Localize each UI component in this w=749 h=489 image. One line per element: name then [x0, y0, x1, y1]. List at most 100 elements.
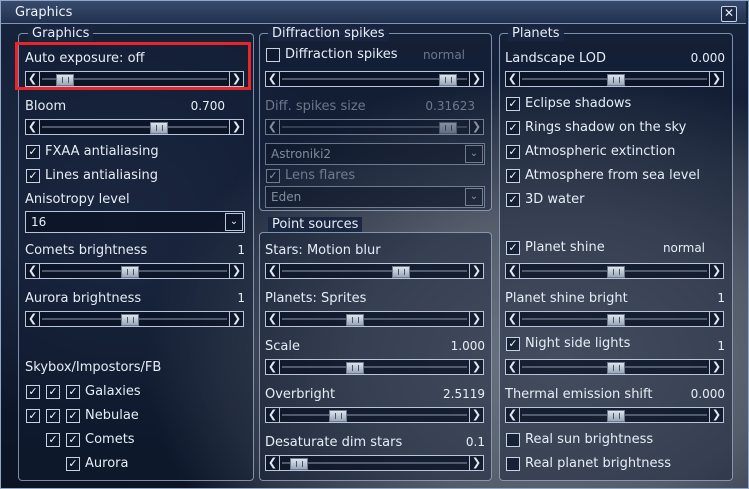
arrow-left-icon[interactable]: ❮: [266, 312, 280, 326]
skybox-nebulae-checkbox[interactable]: ✓: [26, 409, 40, 423]
arrow-left-icon[interactable]: ❮: [266, 264, 280, 278]
lines-aa-checkbox[interactable]: ✓: [26, 169, 40, 183]
bloom-slider[interactable]: ❮ ❯: [25, 119, 244, 135]
diffraction-slider[interactable]: ❮ ❯: [265, 71, 484, 87]
slider-thumb[interactable]: [606, 314, 625, 326]
impostors-nebulae-checkbox[interactable]: ✓: [46, 409, 60, 423]
arrow-left-icon[interactable]: ❮: [506, 264, 520, 278]
slider-thumb[interactable]: [606, 74, 625, 86]
slider-thumb[interactable]: [329, 410, 348, 422]
impostors-galaxies-checkbox[interactable]: ✓: [46, 385, 60, 399]
eclipse-checkbox[interactable]: ✓: [506, 97, 520, 111]
slider-thumb[interactable]: [391, 266, 410, 278]
night-lights-slider[interactable]: ❮ ❯: [505, 359, 724, 375]
arrow-right-icon[interactable]: ❯: [709, 264, 723, 278]
aurora-brightness-slider[interactable]: ❮ ❯: [25, 311, 244, 327]
slider-thumb[interactable]: [150, 122, 169, 134]
slider-thumb[interactable]: [606, 362, 625, 374]
arrow-right-icon[interactable]: ❯: [469, 264, 483, 278]
fb-nebulae-checkbox[interactable]: ✓: [66, 409, 80, 423]
diffraction-mode: normal: [422, 48, 465, 62]
planet-shine-checkbox[interactable]: ✓: [506, 241, 520, 255]
real-planet-label: Real planet brightness: [525, 456, 672, 471]
skybox-galaxies-checkbox[interactable]: ✓: [26, 385, 40, 399]
arrow-left-icon[interactable]: ❮: [266, 120, 280, 134]
arrow-left-icon[interactable]: ❮: [506, 72, 520, 86]
arrow-right-icon[interactable]: ❯: [709, 360, 723, 374]
graphics-group-title: Graphics: [28, 26, 94, 41]
fxaa-checkbox[interactable]: ✓: [26, 145, 40, 159]
arrow-right-icon[interactable]: ❯: [709, 408, 723, 422]
window-title: Graphics: [15, 5, 73, 20]
arrow-left-icon[interactable]: ❮: [26, 312, 40, 326]
slider-thumb[interactable]: [121, 314, 140, 326]
night-lights-checkbox[interactable]: ✓: [506, 337, 520, 351]
fb-comets-checkbox[interactable]: ✓: [66, 433, 80, 447]
anisotropy-dropdown[interactable]: 16 ⌄: [25, 211, 245, 233]
real-planet-checkbox[interactable]: [506, 457, 520, 471]
impostors-comets-checkbox[interactable]: ✓: [46, 433, 60, 447]
arrow-right-icon[interactable]: ❯: [469, 312, 483, 326]
arrow-right-icon[interactable]: ❯: [229, 264, 243, 278]
motion-blur-slider[interactable]: ❮ ❯: [265, 263, 484, 279]
planets-sprites-slider[interactable]: ❮ ❯: [265, 311, 484, 327]
planet-shine-slider[interactable]: ❮ ❯: [505, 263, 724, 279]
scale-label: Scale: [265, 339, 300, 354]
diff-spikes-size-slider[interactable]: ❮ ❯: [265, 119, 484, 135]
title-bar[interactable]: Graphics: [1, 1, 746, 24]
arrow-left-icon[interactable]: ❮: [26, 120, 40, 134]
slider-thumb[interactable]: [439, 122, 458, 134]
arrow-left-icon[interactable]: ❮: [266, 72, 280, 86]
slider-thumb[interactable]: [290, 458, 309, 470]
arrow-left-icon[interactable]: ❮: [266, 456, 280, 470]
planet-shine-bright-slider[interactable]: ❮ ❯: [505, 311, 724, 327]
comets-brightness-slider[interactable]: ❮ ❯: [25, 263, 244, 279]
arrow-right-icon[interactable]: ❯: [709, 312, 723, 326]
slider-thumb[interactable]: [121, 266, 140, 278]
atm-sea-checkbox[interactable]: ✓: [506, 169, 520, 183]
arrow-left-icon[interactable]: ❮: [506, 408, 520, 422]
arrow-left-icon[interactable]: ❮: [266, 360, 280, 374]
desaturate-slider[interactable]: ❮ ❯: [265, 455, 484, 471]
arrow-left-icon[interactable]: ❮: [506, 312, 520, 326]
landscape-lod-slider[interactable]: ❮ ❯: [505, 71, 724, 87]
arrow-right-icon[interactable]: ❯: [469, 360, 483, 374]
slider-thumb[interactable]: [346, 314, 365, 326]
arrow-right-icon[interactable]: ❯: [229, 120, 243, 134]
diffraction-checkbox[interactable]: [266, 48, 280, 62]
lines-aa-label: Lines antialiasing: [45, 168, 158, 183]
rings-shadow-checkbox[interactable]: ✓: [506, 121, 520, 135]
overbright-slider[interactable]: ❮ ❯: [265, 407, 484, 423]
overbright-label: Overbright: [265, 387, 336, 402]
arrow-right-icon[interactable]: ❯: [229, 312, 243, 326]
arrow-left-icon[interactable]: ❮: [506, 360, 520, 374]
fb-aurora-checkbox[interactable]: ✓: [66, 457, 80, 471]
lens-flares-checkbox[interactable]: ✓: [266, 169, 280, 183]
fb-galaxies-checkbox[interactable]: ✓: [66, 385, 80, 399]
thermal-shift-slider[interactable]: ❮ ❯: [505, 407, 724, 423]
chevron-down-icon[interactable]: ⌄: [465, 145, 483, 163]
slider-thumb[interactable]: [346, 362, 365, 374]
planet-shine-bright-value: 1: [717, 291, 725, 305]
water3d-checkbox[interactable]: ✓: [506, 193, 520, 207]
flare-style-dropdown[interactable]: Eden ⌄: [265, 186, 485, 208]
atm-extinction-checkbox[interactable]: ✓: [506, 145, 520, 159]
flare-style-selected: Eden: [271, 190, 302, 204]
slider-thumb[interactable]: [439, 74, 458, 86]
slider-thumb[interactable]: [606, 410, 625, 422]
slider-thumb[interactable]: [606, 266, 625, 278]
arrow-right-icon[interactable]: ❯: [469, 72, 483, 86]
motion-blur-label: Stars: Motion blur: [265, 243, 381, 258]
chevron-down-icon[interactable]: ⌄: [225, 213, 243, 231]
scale-slider[interactable]: ❮ ❯: [265, 359, 484, 375]
arrow-right-icon[interactable]: ❯: [709, 72, 723, 86]
spikes-texture-dropdown[interactable]: Astroniki2 ⌄: [265, 143, 485, 165]
close-button[interactable]: ✕: [721, 6, 737, 22]
chevron-down-icon[interactable]: ⌄: [465, 188, 483, 206]
arrow-left-icon[interactable]: ❮: [26, 264, 40, 278]
arrow-right-icon[interactable]: ❯: [469, 120, 483, 134]
arrow-right-icon[interactable]: ❯: [469, 456, 483, 470]
arrow-left-icon[interactable]: ❮: [266, 408, 280, 422]
arrow-right-icon[interactable]: ❯: [469, 408, 483, 422]
real-sun-checkbox[interactable]: [506, 433, 520, 447]
